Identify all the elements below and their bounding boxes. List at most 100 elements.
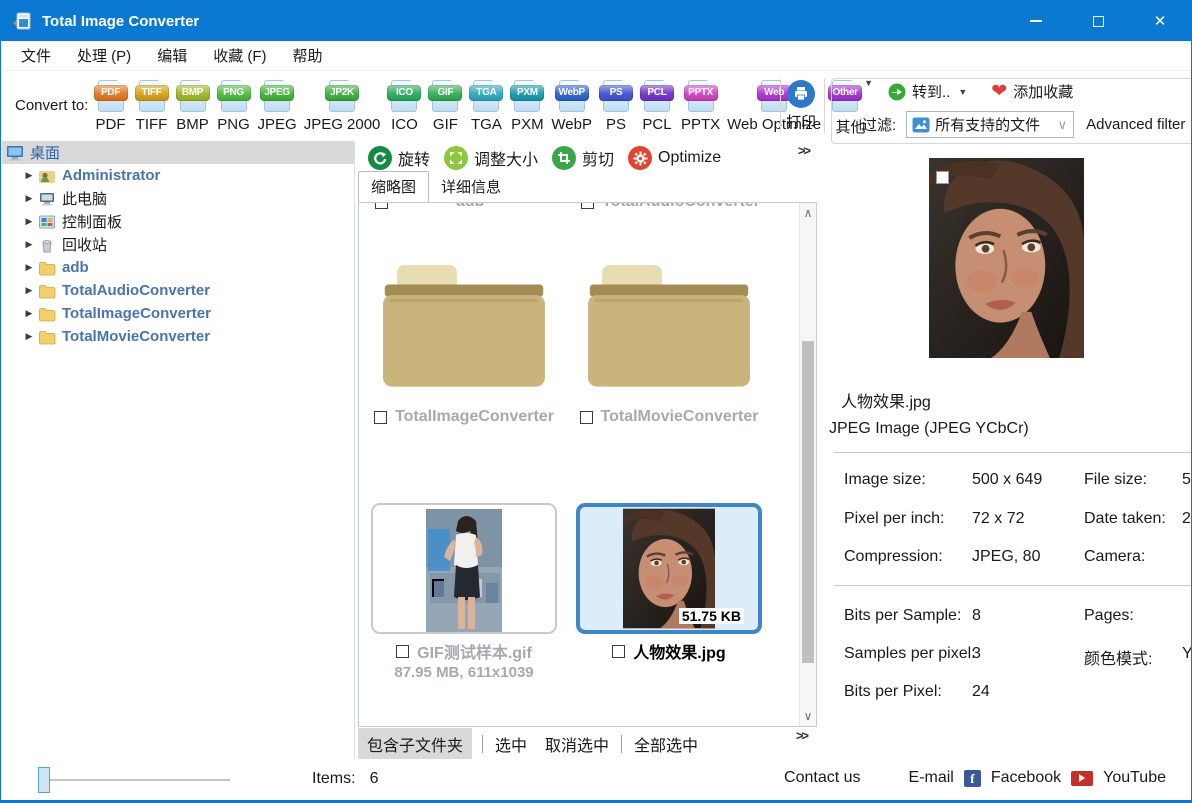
- tree-item-totalmovieconverter[interactable]: ▶ TotalMovieConverter: [2, 325, 354, 348]
- expand-arrow-icon[interactable]: ▶: [24, 285, 34, 296]
- facebook-link[interactable]: Facebook: [991, 769, 1061, 787]
- format-webp-button[interactable]: WebP WebP: [548, 78, 596, 133]
- maximize-button[interactable]: [1067, 1, 1129, 41]
- menu-process[interactable]: 处理 (P): [64, 41, 144, 70]
- rotate-button[interactable]: 旋转: [368, 146, 430, 170]
- scroll-up-icon[interactable]: ∧: [800, 205, 816, 221]
- expand-arrow-icon[interactable]: ▶: [24, 193, 34, 204]
- add-favorite-button[interactable]: ❤ 添加收藏: [991, 81, 1073, 102]
- slider-track[interactable]: [50, 779, 230, 781]
- expand-arrow-icon[interactable]: ▶: [24, 239, 34, 250]
- slider-handle[interactable]: [38, 767, 50, 793]
- resize-button[interactable]: 调整大小: [444, 146, 538, 170]
- bmp-file-icon: BMP: [176, 78, 210, 114]
- scroll-down-icon[interactable]: ∨: [800, 708, 816, 724]
- optimize-button[interactable]: Optimize: [628, 146, 721, 170]
- format-jpeg2000-button[interactable]: JP2K JPEG 2000: [300, 78, 384, 133]
- check-all-button[interactable]: 全部选中: [632, 732, 700, 756]
- format-png-button[interactable]: PNG PNG: [213, 78, 254, 133]
- goto-button[interactable]: 转到.. ▼: [888, 81, 967, 102]
- menu-favorites[interactable]: 收藏 (F): [200, 41, 279, 70]
- tree-item-adb[interactable]: ▶ adb: [2, 256, 354, 279]
- window-title: Total Image Converter: [42, 13, 199, 30]
- tiff-file-icon: TIFF: [135, 78, 169, 114]
- resize-icon: [444, 146, 468, 170]
- grid-item-folder[interactable]: TotalImageConverter: [371, 251, 557, 426]
- format-ps-button[interactable]: PS PS: [595, 78, 636, 133]
- format-pptx-button[interactable]: PPTX PPTX: [677, 78, 723, 133]
- expand-arrow-icon[interactable]: ▶: [24, 308, 34, 319]
- expand-arrow-icon[interactable]: ▶: [24, 331, 34, 342]
- format-gif-button[interactable]: GIF GIF: [425, 78, 466, 133]
- vertical-scrollbar[interactable]: ∧ ∨: [799, 203, 816, 726]
- format-bmp-button[interactable]: BMP BMP: [172, 78, 213, 133]
- format-ico-button[interactable]: ICO ICO: [384, 78, 425, 133]
- item-checkbox[interactable]: [612, 645, 625, 658]
- format-pdf-button[interactable]: PDF PDF: [90, 78, 131, 133]
- crop-button[interactable]: 剪切: [552, 146, 614, 170]
- email-link[interactable]: E-mail: [909, 769, 954, 787]
- selbar-overflow-icon[interactable]: >>: [796, 728, 807, 743]
- user-folder-icon: [38, 168, 56, 184]
- tree-item-desktop[interactable]: 桌面: [2, 141, 354, 164]
- tab-thumbnails[interactable]: 缩略图: [358, 171, 429, 202]
- grid-item-folder[interactable]: TotalMovieConverter: [576, 251, 762, 426]
- property-row: Bits per Sample:8 Pages:: [820, 607, 1192, 627]
- item-checkbox[interactable]: [396, 645, 409, 658]
- format-tiff-button[interactable]: TIFF TIFF: [131, 78, 172, 133]
- menu-edit[interactable]: 编辑: [144, 41, 200, 70]
- format-jpeg-button[interactable]: JPEG JPEG: [254, 78, 300, 133]
- scrollbar-thumb[interactable]: [802, 341, 814, 663]
- tree-item-totalimageconverter[interactable]: ▶ TotalImageConverter: [2, 302, 354, 325]
- tree-item-this-pc[interactable]: ▶ 此电脑: [2, 187, 354, 210]
- format-tga-button[interactable]: TGA TGA: [466, 78, 507, 133]
- grid-item-gif-file[interactable]: GIF测试样本.gif 87.95 MB, 611x1039: [371, 503, 557, 681]
- item-checkbox[interactable]: [581, 203, 594, 209]
- file-card[interactable]: [371, 503, 557, 634]
- item-checkbox[interactable]: [374, 411, 387, 424]
- expand-arrow-icon[interactable]: ▶: [24, 170, 34, 181]
- preview-checkbox[interactable]: [936, 171, 949, 184]
- thumbnail-size-slider[interactable]: [38, 765, 238, 795]
- grid-item-totalaudioconverter-clipped[interactable]: TotalAudioConverter: [581, 203, 760, 211]
- menu-bar: 文件 处理 (P) 编辑 收藏 (F) 帮助: [2, 41, 1192, 71]
- filter-label: 过滤:: [862, 114, 896, 135]
- tree-item-control-panel[interactable]: ▶ 控制面板: [2, 210, 354, 233]
- tree-item-totalaudioconverter[interactable]: ▶ TotalAudioConverter: [2, 279, 354, 302]
- grid-item-jpg-file[interactable]: 51.75 KB 人物效果.jpg: [576, 503, 762, 663]
- toolbar-separator: [780, 79, 781, 133]
- main-area: 桌面 ▶ Administrator ▶ 此电脑 ▶ 控制面板 ▶ 回收站: [2, 141, 1192, 759]
- include-subfolders-button[interactable]: 包含子文件夹: [358, 728, 472, 760]
- menu-file[interactable]: 文件: [8, 41, 64, 70]
- minimize-button[interactable]: [1005, 1, 1067, 41]
- tab-details[interactable]: 详细信息: [429, 172, 513, 202]
- desktop-icon: [6, 145, 24, 161]
- uncheck-button[interactable]: 取消选中: [543, 732, 611, 756]
- toolbar-overflow-icon[interactable]: >>: [798, 143, 809, 158]
- expand-arrow-icon[interactable]: ▶: [24, 262, 34, 273]
- tree-item-recycle-bin[interactable]: ▶ 回收站: [2, 233, 354, 256]
- expand-arrow-icon[interactable]: ▶: [24, 216, 34, 227]
- grid-item-adb-clipped[interactable]: adb: [375, 203, 484, 211]
- tree-item-administrator[interactable]: ▶ Administrator: [2, 164, 354, 187]
- item-checkbox[interactable]: [375, 203, 388, 209]
- property-row: Bits per Pixel:24: [820, 683, 1192, 703]
- format-pcl-button[interactable]: PCL PCL: [636, 78, 677, 133]
- filter-dropdown[interactable]: 所有支持的文件 ∨: [906, 111, 1074, 138]
- check-button[interactable]: 选中: [493, 732, 529, 756]
- advanced-filter-link[interactable]: Advanced filter: [1086, 116, 1185, 133]
- facebook-icon[interactable]: f: [964, 770, 981, 787]
- print-button[interactable]: 打印: [786, 80, 816, 132]
- item-checkbox[interactable]: [580, 411, 593, 424]
- pxm-file-icon: PXM: [510, 78, 544, 114]
- image-filter-icon: [912, 117, 930, 133]
- youtube-link[interactable]: YouTube: [1103, 769, 1166, 787]
- menu-help[interactable]: 帮助: [280, 41, 336, 70]
- format-pxm-button[interactable]: PXM PXM: [507, 78, 548, 133]
- file-card-selected[interactable]: 51.75 KB: [576, 503, 762, 634]
- youtube-icon[interactable]: [1071, 771, 1093, 786]
- close-button[interactable]: ✕: [1129, 1, 1191, 41]
- contact-us-link[interactable]: Contact us: [784, 769, 860, 787]
- rotate-icon: [368, 146, 392, 170]
- convert-to-label: Convert to:: [15, 97, 88, 114]
